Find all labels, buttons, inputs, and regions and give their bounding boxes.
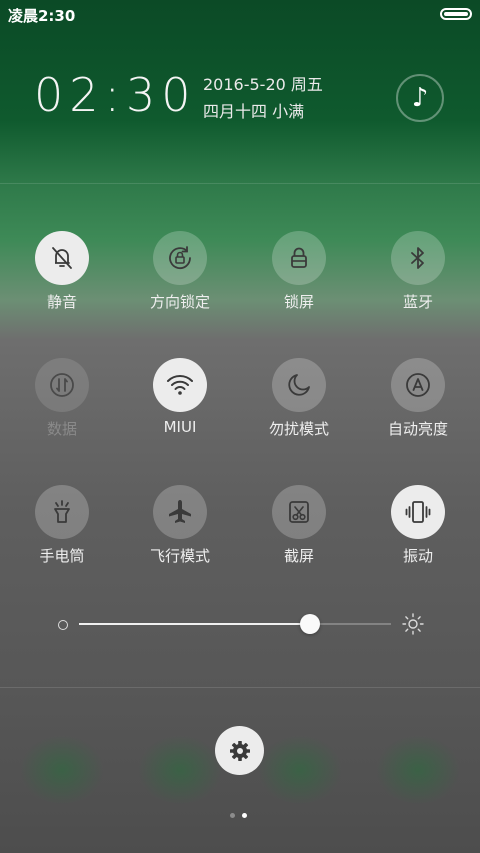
- lock-icon: [272, 231, 326, 285]
- bluetooth-icon: [391, 231, 445, 285]
- toggle-bluetooth[interactable]: 蓝牙: [368, 231, 468, 321]
- toggle-label: 数据: [46, 420, 77, 438]
- brightness-track[interactable]: [79, 614, 391, 634]
- gear-icon: [229, 740, 250, 761]
- status-time: 凌晨2:30: [8, 7, 76, 25]
- music-note-icon: ♪: [411, 83, 429, 113]
- mobile-data-icon: [35, 358, 89, 412]
- toggle-do-not-disturb[interactable]: 勿扰模式: [249, 358, 349, 448]
- toggle-label: 截屏: [283, 547, 314, 565]
- toggle-label: 自动亮度: [387, 420, 448, 438]
- toggle-screenshot[interactable]: 截屏: [249, 485, 349, 575]
- toggle-vibrate[interactable]: 振动: [368, 485, 468, 575]
- toggle-rotation-lock[interactable]: 方向锁定: [130, 231, 230, 321]
- toggle-label: 勿扰模式: [268, 420, 329, 438]
- toggle-label: MIUI: [163, 418, 197, 436]
- auto-brightness-icon: [391, 358, 445, 412]
- toggle-flashlight[interactable]: 手电筒: [12, 485, 112, 575]
- toggle-airplane-mode[interactable]: 飞行模式: [130, 485, 230, 575]
- toggle-mute[interactable]: 静音: [12, 231, 112, 321]
- lunar-date: 四月十四 小满: [203, 102, 305, 121]
- settings-button[interactable]: [215, 726, 264, 775]
- battery-full-icon: [440, 8, 472, 20]
- toggle-auto-brightness[interactable]: 自动亮度: [368, 358, 468, 448]
- music-button[interactable]: ♪: [396, 74, 444, 122]
- brightness-thumb[interactable]: [299, 614, 320, 634]
- toggle-label: 静音: [46, 293, 77, 311]
- brightness-low-icon: [58, 620, 68, 630]
- rotation-lock-icon: [153, 231, 207, 285]
- date[interactable]: 2016-5-20 周五: [203, 71, 323, 95]
- toggle-label: 锁屏: [283, 293, 314, 311]
- brightness-slider[interactable]: [55, 610, 425, 638]
- brightness-fill: [79, 623, 310, 625]
- status-bar: 凌晨2:30: [0, 0, 480, 28]
- toggle-mobile-data[interactable]: 数据: [12, 358, 112, 448]
- toggle-label: 方向锁定: [149, 293, 210, 311]
- bell-off-icon: [35, 231, 89, 285]
- toggle-lock-screen[interactable]: 锁屏: [249, 231, 349, 321]
- page-indicator: [230, 813, 250, 819]
- toggle-wifi[interactable]: MIUI: [130, 358, 230, 448]
- flashlight-icon: [35, 485, 89, 539]
- notification-header: 02:30 2016-5-20 周五 四月十四 小满 ♪: [0, 28, 480, 184]
- wifi-icon: [153, 358, 207, 412]
- vibrate-icon: [391, 485, 445, 539]
- clock[interactable]: 02:30: [34, 68, 197, 122]
- page-dot: [242, 813, 247, 818]
- screenshot-icon: [272, 485, 326, 539]
- section-divider: [0, 687, 480, 688]
- toggle-label: 手电筒: [39, 547, 85, 565]
- toggle-label: 蓝牙: [402, 293, 433, 311]
- brightness-high-icon: [402, 613, 424, 635]
- page-dot: [230, 813, 235, 818]
- airplane-icon: [153, 485, 207, 539]
- toggle-label: 飞行模式: [149, 547, 210, 565]
- toggle-label: 振动: [402, 547, 433, 565]
- moon-icon: [272, 358, 326, 412]
